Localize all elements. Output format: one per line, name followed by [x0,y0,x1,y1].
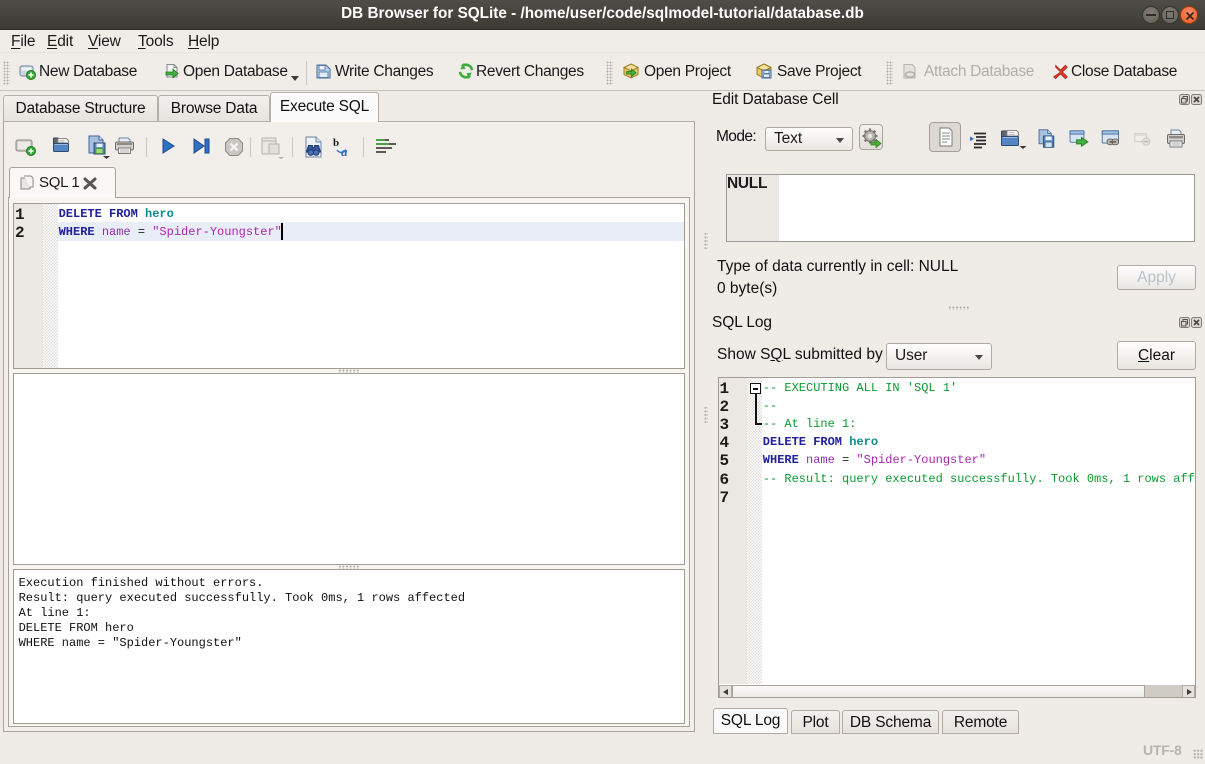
svg-text:b: b [333,137,339,149]
